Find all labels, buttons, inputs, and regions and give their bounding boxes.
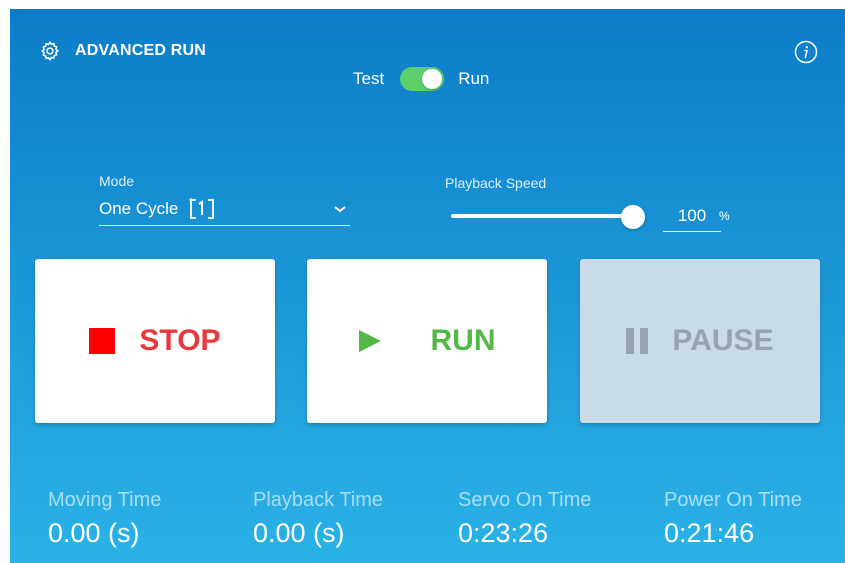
stat-label: Power On Time [664,489,802,511]
mode-value: One Cycle [99,199,179,218]
mode-dropdown[interactable]: One Cycle [99,193,350,226]
run-button-label: RUN [430,324,496,357]
test-label: Test [353,69,385,88]
power-on-time-stat: Power On Time 0:21:46 [664,489,802,549]
mode-label: Mode [99,173,135,189]
slider-track [451,214,631,218]
stat-value: 0.00 (s) [48,518,140,548]
chevron-down-icon [334,206,346,213]
stop-button-label: STOP [139,324,221,357]
speed-unit: % [719,209,730,223]
info-icon[interactable] [794,40,818,64]
stat-label: Servo On Time [458,489,592,511]
stat-label: Playback Time [253,489,384,511]
pause-button[interactable]: PAUSE [580,259,820,423]
run-label: Run [458,69,490,88]
stop-button[interactable]: STOP [35,259,275,423]
moving-time-stat: Moving Time 0.00 (s) [48,489,161,549]
playback-time-stat: Playback Time 0.00 (s) [253,489,383,549]
stat-label: Moving Time [48,489,162,511]
toggle-knob [422,69,443,89]
run-button[interactable]: RUN [307,259,547,423]
playback-speed-input[interactable]: 100 [663,203,721,232]
servo-on-time-stat: Servo On Time 0:23:26 [458,489,591,549]
playback-speed-slider[interactable] [451,205,649,229]
slider-thumb[interactable] [621,205,645,229]
pause-icon [626,328,649,354]
stat-value: 0:23:26 [458,518,549,548]
test-run-toggle[interactable] [400,67,445,91]
playback-speed-label: Playback Speed [445,175,547,191]
stat-value: 0.00 (s) [253,518,345,548]
advanced-run-panel: ADVANCED RUN Test Run Mode One Cycle Pla… [10,9,845,563]
one-cycle-icon [189,198,215,219]
play-icon [358,330,381,352]
gear-icon[interactable] [39,40,61,62]
pause-button-label: PAUSE [672,324,774,357]
stop-icon [89,328,116,354]
stat-value: 0:21:46 [664,518,755,548]
test-run-switch: Test Run [353,67,489,91]
page-title: ADVANCED RUN [75,42,206,59]
